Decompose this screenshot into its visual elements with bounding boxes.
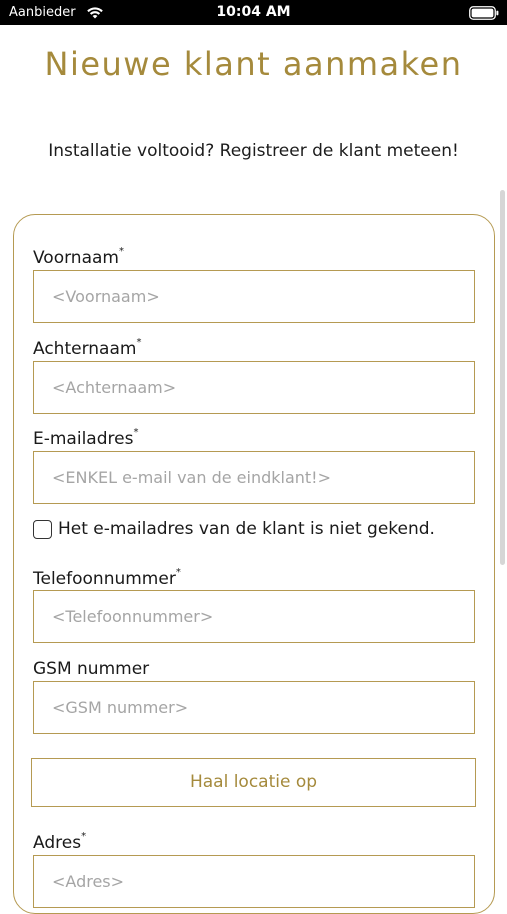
mobile-input[interactable] (33, 681, 475, 734)
email-label: E-mailadres* (33, 427, 139, 449)
page-title: Nieuwe klant aanmaken (44, 45, 463, 83)
first-name-label: Voornaam* (33, 246, 124, 268)
required-mark: * (175, 567, 181, 579)
address-label: Adres* (33, 831, 87, 853)
email-unknown-row[interactable]: Het e-mailadres van de klant is niet gek… (33, 518, 435, 540)
clock-time: 10:04 AM (216, 4, 291, 20)
email-unknown-label[interactable]: Het e-mailadres van de klant is niet gek… (58, 519, 435, 539)
phone-label: Telefoonnummer* (33, 567, 181, 589)
get-location-button[interactable]: Haal locatie op (31, 758, 476, 807)
last-name-input[interactable] (33, 361, 475, 414)
last-name-label: Achternaam* (33, 337, 142, 359)
phone-input[interactable] (33, 590, 475, 643)
first-name-input[interactable] (33, 270, 475, 323)
address-input[interactable] (33, 855, 475, 908)
battery-icon (469, 6, 499, 20)
required-mark: * (118, 246, 124, 258)
required-mark: * (136, 337, 142, 349)
email-unknown-checkbox[interactable] (33, 519, 52, 539)
required-mark: * (133, 427, 139, 439)
mobile-label: GSM nummer (33, 659, 150, 679)
required-mark: * (81, 831, 87, 843)
page-subtitle: Installatie voltooid? Registreer de klan… (48, 141, 459, 161)
scrollbar[interactable] (500, 190, 505, 565)
status-bar: Aanbieder 10:04 AM (0, 0, 507, 25)
email-input[interactable] (33, 451, 475, 504)
